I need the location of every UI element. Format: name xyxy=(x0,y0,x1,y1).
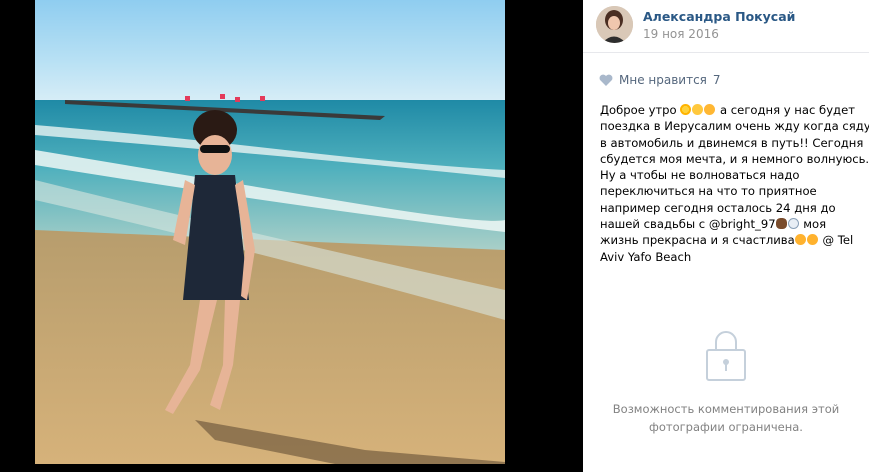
caption-line: нашей свадьбы с @bright_97 моя xyxy=(600,216,862,232)
smile-emoji-icon xyxy=(692,104,704,115)
author-header: Александра Покусай 19 ноя 2016 xyxy=(583,0,869,53)
avatar-image xyxy=(596,6,633,43)
post-sidebar: Александра Покусай 19 ноя 2016 Мне нрави… xyxy=(583,0,869,472)
caption-line: Ну а чтобы не волноваться надо xyxy=(600,168,800,183)
location-link[interactable]: @ Tel xyxy=(822,233,853,247)
location-link[interactable]: Aviv Yafo Beach xyxy=(600,249,862,265)
restricted-notice-line: Возможность комментирования этой xyxy=(612,402,840,416)
caption-line: поездка в Иерусалим очень жду когда сяду xyxy=(600,119,869,134)
caption-line: жизнь прекрасна и я счастлива @ Tel xyxy=(600,232,862,248)
author-name-link[interactable]: Александра Покусай xyxy=(643,9,795,24)
heart-icon xyxy=(599,74,613,86)
caption-line: в автомобиль и двинемся в путь!! Сегодня xyxy=(600,135,864,150)
caption-line: переключиться на что то приятное xyxy=(600,184,817,199)
photo-viewer xyxy=(0,0,583,472)
lock-icon xyxy=(706,331,746,381)
caption-text: жизнь прекрасна и я счастлива xyxy=(600,233,795,248)
like-count: 7 xyxy=(712,73,721,87)
caption-line: например сегодня осталось 24 дня до xyxy=(600,200,836,215)
caption-text: моя xyxy=(803,217,827,232)
comments-restricted: Возможность комментирования этой фотогра… xyxy=(583,328,869,436)
avatar[interactable] xyxy=(596,6,633,43)
like-button[interactable]: Мне нравится 7 xyxy=(599,72,721,88)
caption-text: Доброе утро xyxy=(600,103,677,117)
caption-text: а сегодня у нас будет xyxy=(720,103,855,117)
kiss-emoji-icon xyxy=(794,234,806,246)
caption-line: Доброе утро а сегодня у нас будет xyxy=(600,102,862,118)
post-photo[interactable] xyxy=(35,0,505,464)
caption-text: нашей свадьбы с @bright_97 xyxy=(600,217,776,232)
kiss-emoji-icon xyxy=(806,234,818,246)
woman-emoji-icon xyxy=(775,218,787,230)
sun-emoji-icon xyxy=(680,104,692,115)
like-label: Мне нравится xyxy=(619,73,707,87)
restricted-notice-line: фотографии ограничена. xyxy=(649,420,803,434)
beach-photo-image xyxy=(35,0,505,464)
ring-emoji-icon xyxy=(787,218,799,230)
restricted-notice: Возможность комментирования этой фотогра… xyxy=(583,400,869,436)
caption-line: сбудется моя мечта, и я немного волнуюсь… xyxy=(600,151,869,166)
post-date[interactable]: 19 ноя 2016 xyxy=(643,27,719,41)
post-caption: Доброе утро а сегодня у нас будет поездк… xyxy=(600,102,869,265)
laugh-emoji-icon xyxy=(704,104,716,115)
